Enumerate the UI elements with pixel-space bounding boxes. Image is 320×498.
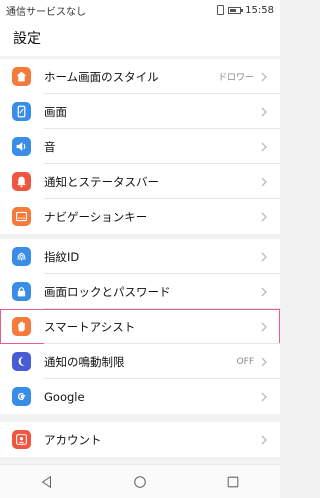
clock: 15:58 — [245, 4, 274, 16]
chevron-right-icon — [261, 142, 267, 151]
moon-icon — [12, 352, 31, 371]
setting-value: OFF — [236, 356, 254, 367]
setting-home-style[interactable]: ホーム画面のスタイル ドロワー — [0, 59, 280, 94]
nav-keys-icon — [12, 207, 31, 226]
account-icon — [12, 430, 31, 449]
settings-group-security: 指紋ID 画面ロックとパスワード スマートアシスト 通知の鳴動制限 OFF Go… — [0, 239, 280, 414]
setting-smart-assist[interactable]: スマートアシスト — [0, 309, 280, 344]
vibrate-icon — [217, 5, 225, 15]
chevron-right-icon — [261, 212, 267, 221]
phone-display-icon — [12, 102, 31, 121]
fingerprint-icon — [12, 247, 31, 266]
chevron-right-icon — [261, 287, 267, 296]
setting-label: 画面 — [44, 104, 67, 119]
setting-screen-lock[interactable]: 画面ロックとパスワード — [0, 274, 280, 309]
page-title: 設定 — [13, 31, 41, 47]
status-right: 15:58 — [217, 5, 274, 16]
setting-label: 音 — [44, 139, 56, 154]
home-circle-icon[interactable] — [133, 475, 147, 489]
system-nav-bar — [0, 464, 280, 498]
settings-group-accounts: アカウント — [0, 422, 280, 457]
chevron-right-icon — [261, 392, 267, 401]
setting-label: 指紋ID — [44, 249, 80, 264]
carrier-text: 通信サービスなし — [6, 6, 86, 18]
setting-value: ドロワー — [217, 73, 254, 83]
setting-accounts[interactable]: アカウント — [0, 422, 280, 457]
chevron-right-icon — [261, 357, 267, 366]
chevron-right-icon — [261, 322, 267, 331]
setting-navigation-keys[interactable]: ナビゲーションキー — [0, 199, 280, 234]
back-icon[interactable] — [40, 475, 54, 489]
setting-fingerprint[interactable]: 指紋ID — [0, 239, 280, 274]
chevron-right-icon — [261, 252, 267, 261]
speaker-icon — [12, 137, 31, 156]
home-icon — [12, 67, 31, 86]
chevron-right-icon — [261, 435, 267, 444]
setting-sound[interactable]: 音 — [0, 129, 280, 164]
setting-label: 通知の鳴動制限 — [44, 354, 125, 369]
hand-icon — [12, 317, 31, 336]
settings-group-display: ホーム画面のスタイル ドロワー 画面 音 通知とステータスバー ナビゲーションキ… — [0, 59, 280, 234]
setting-label: 画面ロックとパスワード — [44, 284, 171, 299]
chevron-right-icon — [261, 107, 267, 116]
setting-label: アカウント — [44, 432, 102, 447]
status-bar: 通信サービスなし 15:58 — [0, 0, 280, 20]
setting-label: スマートアシスト — [44, 319, 136, 334]
recents-icon[interactable] — [226, 475, 240, 489]
google-icon — [12, 387, 31, 406]
setting-label: 通知とステータスバー — [44, 174, 159, 189]
battery-icon — [228, 6, 244, 14]
setting-google[interactable]: Google — [0, 379, 280, 414]
chevron-right-icon — [261, 177, 267, 186]
setting-do-not-disturb[interactable]: 通知の鳴動制限 OFF — [0, 344, 280, 379]
page-title-bar: 設定 — [0, 20, 280, 56]
bell-icon — [12, 172, 31, 191]
setting-notifications[interactable]: 通知とステータスバー — [0, 164, 280, 199]
chevron-right-icon — [261, 72, 267, 81]
setting-label: Google — [44, 389, 85, 404]
setting-label: ナビゲーションキー — [44, 209, 148, 224]
setting-display[interactable]: 画面 — [0, 94, 280, 129]
lock-icon — [12, 282, 31, 301]
setting-label: ホーム画面のスタイル — [44, 69, 159, 84]
